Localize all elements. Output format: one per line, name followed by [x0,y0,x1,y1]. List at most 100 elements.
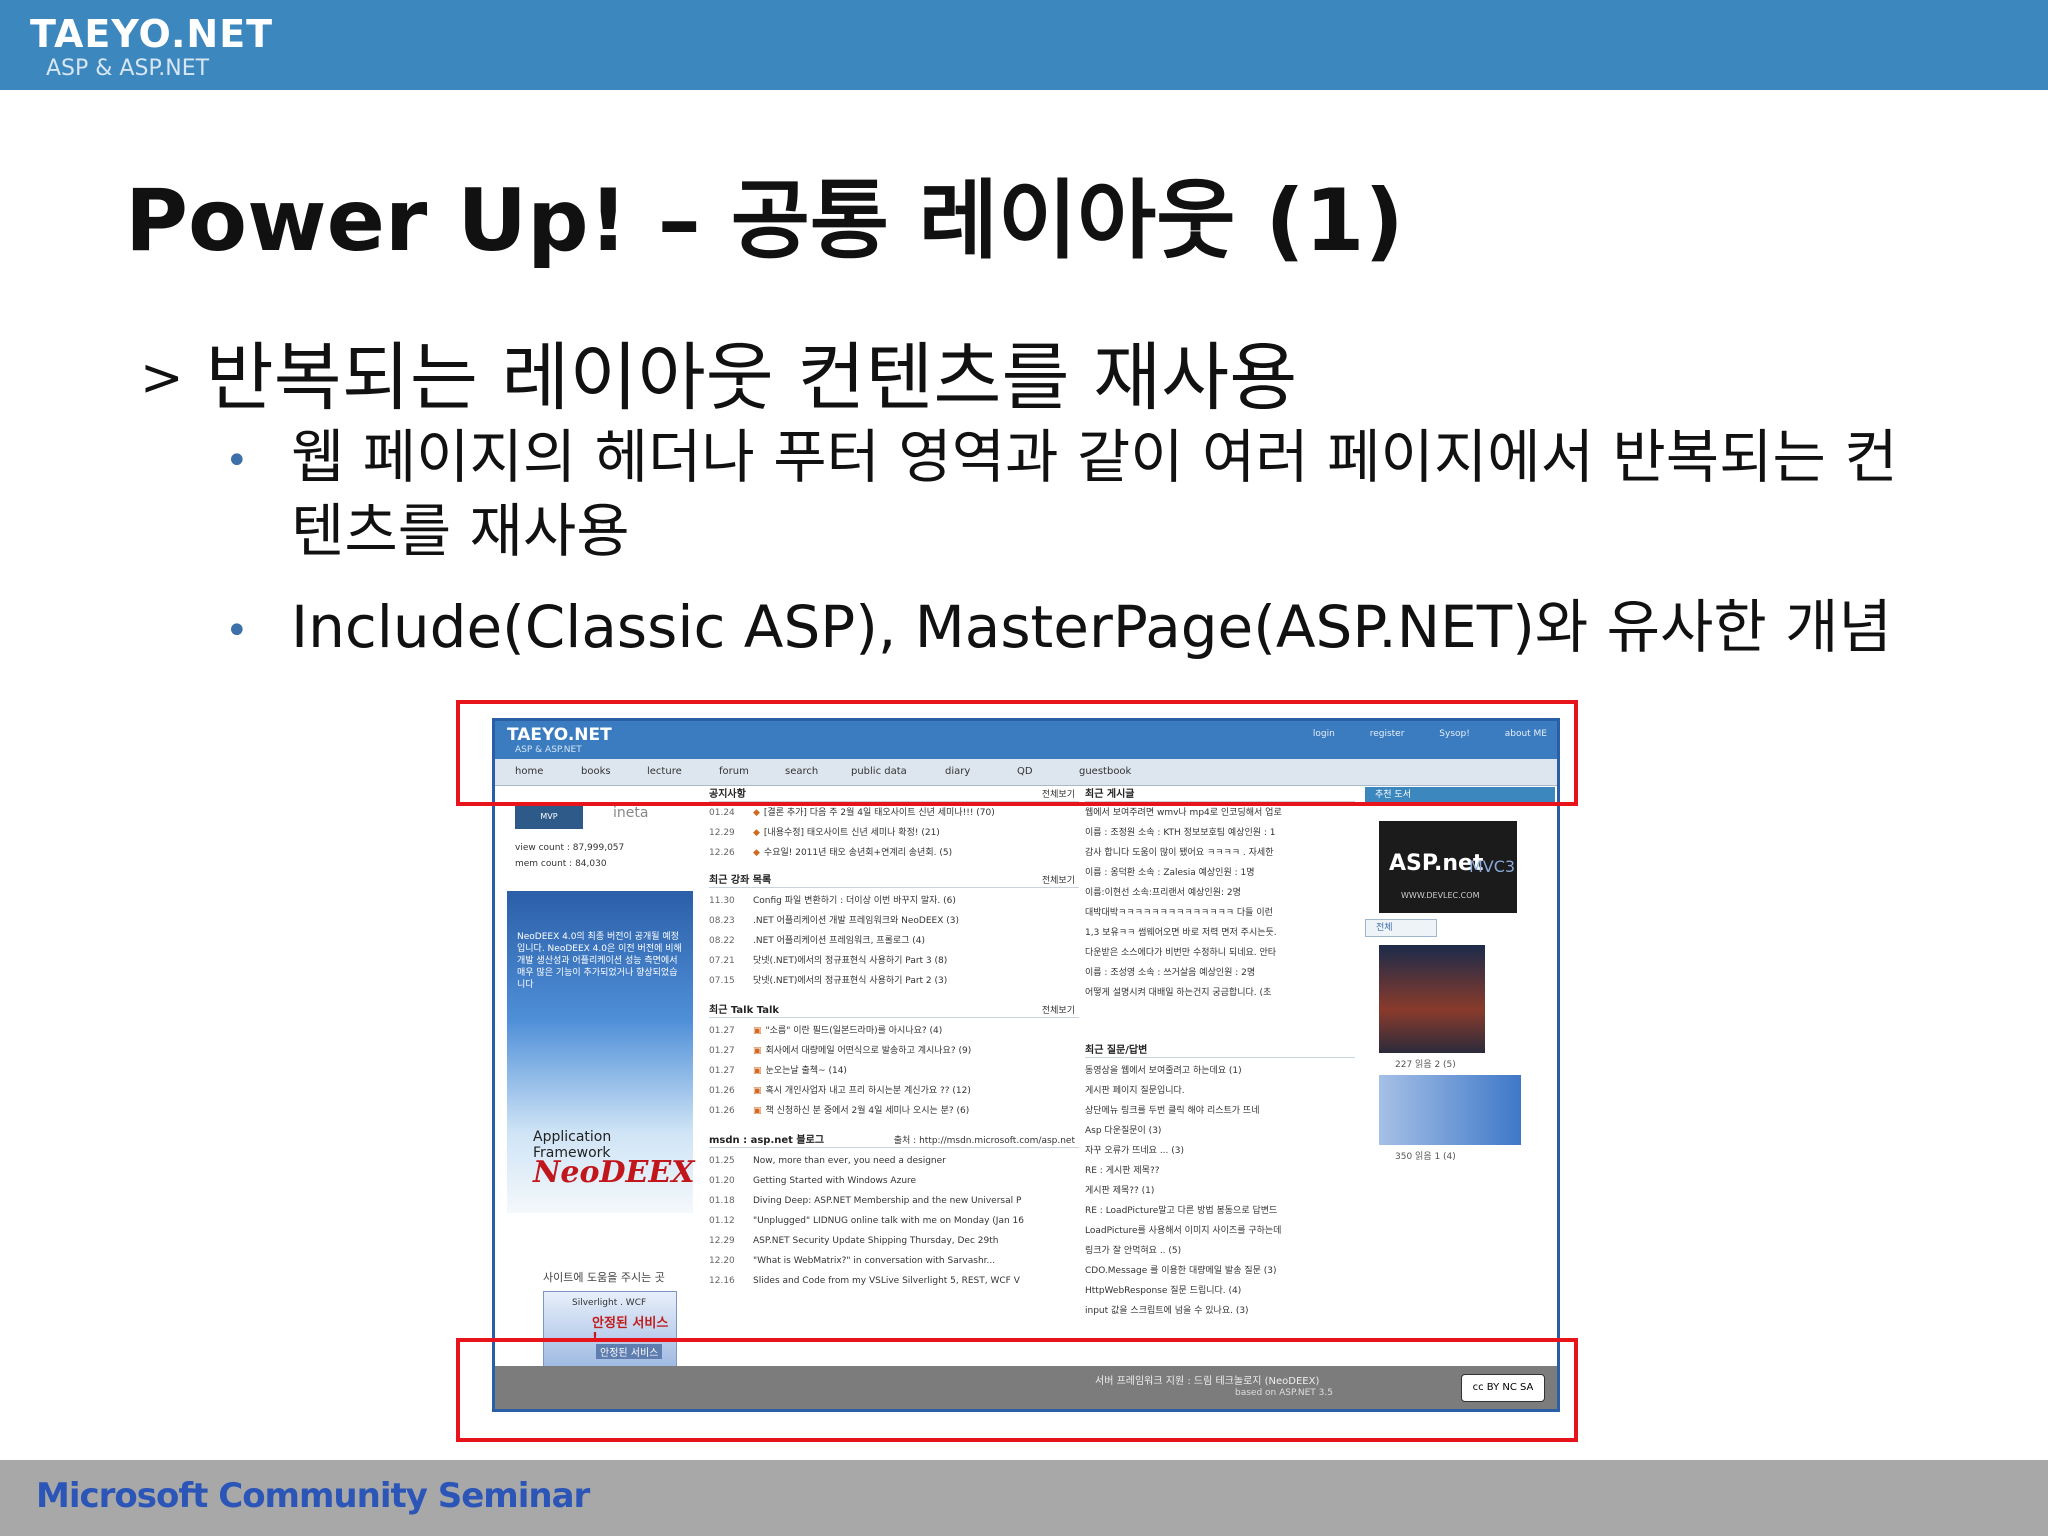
post-icon: ▣ [753,1026,762,1036]
talk-title: 최근 Talk Talk [709,1005,780,1016]
row-text: Now, more than ever, you need a designer [753,1156,946,1166]
talk-more-link[interactable]: 전체보기 [1042,1003,1075,1016]
list-item[interactable]: 01.27 ▣ "소름" 이란 필드(일본드라마)를 아시나요? (4) [709,1021,1079,1041]
list-item[interactable]: 11.30 Config 파일 변환하기 : 더이상 이번 바꾸지 말자. (6) [709,891,1079,911]
footer-highlight-box [456,1338,1578,1442]
list-item[interactable]: 01.18 Diving Deep: ASP.NET Membership and… [709,1191,1079,1211]
mvp-badge: MVP [515,805,583,829]
ad-brand: NeoDEEX [533,1155,695,1190]
ad-text: NeoDEEX 4.0의 최종 버전이 공개될 예정입니다. NeoDEEX 4… [517,932,682,990]
list-item[interactable]: RE : LoadPicture말고 다른 방법 봉동으로 답변드 [1085,1201,1355,1221]
row-date: 12.29 [709,1236,735,1246]
site-main-column: 공지사항 전체보기 01.24 ◆ [결론 추가] 다음 주 2월 4일 태오사이트 … [709,785,1079,1363]
list-item[interactable]: LoadPicture를 사용해서 이미지 사이즈를 구하는데 [1085,1221,1355,1241]
row-text: "소름" 이란 필드(일본드라마)를 아시나요? (4) [765,1026,943,1036]
row-text: Config 파일 변환하기 : 더이상 이번 바꾸지 말자. (6) [753,896,956,906]
list-item[interactable]: input 값을 스크립트에 넘을 수 있나요. (3) [1085,1301,1355,1321]
list-item[interactable]: 01.24 ◆ [결론 추가] 다음 주 2월 4일 태오사이트 신년 세미나!!!… [709,803,1079,823]
list-item[interactable]: 01.12 "Unplugged" LIDNUG online talk with… [709,1211,1079,1231]
list-item[interactable]: 07.21 닷넷(.NET)에서의 정규표현식 사용하기 Part 3 (8) [709,951,1079,971]
row-date: 07.21 [709,956,735,966]
slide-footer-bar: Microsoft Community Seminar [0,1460,2048,1536]
row-text: 닷넷(.NET)에서의 정규표현식 사용하기 Part 2 (3) [753,976,948,986]
member-count: mem count : 84,030 [515,859,607,869]
sponsor-line1: Silverlight . WCF [572,1298,647,1308]
ineta-logo: ineta [613,805,649,821]
list-item[interactable]: 대박대박ㅋㅋㅋㅋㅋㅋㅋㅋㅋㅋㅋㅋㅋㅋ 다들 이런 [1085,903,1355,923]
list-item[interactable]: 12.26 ◆ 수요일! 2011년 태오 송년회+연계리 송년회. (5) [709,843,1079,863]
row-date: 12.26 [709,848,735,858]
row-date: 01.25 [709,1156,735,1166]
row-date: 01.26 [709,1106,735,1116]
neodeex-ad-banner[interactable]: NeoDEEX 4.0의 최종 버전이 공개될 예정입니다. NeoDEEX 4… [507,891,695,1213]
list-item[interactable]: 다운받은 소스에다가 비번만 수정하니 되네요. 안타 [1085,943,1355,963]
list-item[interactable]: 12.29 ASP.NET Security Update Shipping Th… [709,1231,1079,1251]
qna-header: 최근 질문/답변 [1085,1041,1355,1058]
list-item[interactable]: 08.22 .NET 어플리케이션 프레임워크, 프롤로그 (4) [709,931,1079,951]
list-item[interactable]: 이름 : 조정원 소속 : KTH 정보보호팀 예상인원 : 1 [1085,823,1355,843]
new-icon: ◆ [753,808,760,818]
row-text: .NET 어플리케이션 개발 프레임워크와 NeoDEEX (3) [753,916,959,926]
website-screenshot: TAEYO.NET ASP & ASP.NET login register S… [492,718,1560,1412]
row-text: Getting Started with Windows Azure [753,1176,917,1186]
row-text: 혹시 개인사업자 내고 프리 하시는분 계신가요 ?? (12) [765,1086,971,1096]
row-text: "What is WebMatrix?" in conversation wit… [753,1256,996,1266]
site-left-column: MVP ineta view count : 87,999,057 mem co… [503,791,701,1369]
msdn-source[interactable]: 출처 : http://msdn.microsoft.com/asp.net [894,1133,1075,1146]
site-right-column: 추천 도서 ASP.net MVC3 WWW.DEVLEC.COM 전체 227… [1365,785,1555,1363]
bullet-dot-icon: • [225,608,249,654]
row-text: ASP.NET Security Update Shipping Thursda… [753,1236,999,1246]
list-item[interactable]: 링크가 잘 안먹혀요 .. (5) [1085,1241,1355,1261]
list-item[interactable]: 동영상을 웹에서 보여줄려고 하는데요 (1) [1085,1061,1355,1081]
bullet-level-2: • Include(Classic ASP), MasterPage(ASP.N… [225,590,1925,670]
book-image[interactable]: ASP.net MVC3 WWW.DEVLEC.COM [1379,821,1517,913]
list-item[interactable]: 01.26 ▣ 책 신청하신 분 중에서 2월 4일 세미나 오시는 분? (6) [709,1101,1079,1121]
list-item[interactable]: 07.15 닷넷(.NET)에서의 정규표현식 사용하기 Part 2 (3) [709,971,1079,991]
row-text: 수요일! 2011년 태오 송년회+연계리 송년회. (5) [763,848,953,858]
row-text: Diving Deep: ASP.NET Membership and the … [753,1196,1022,1206]
row-date: 01.27 [709,1026,735,1036]
list-item[interactable]: 게시판 제목?? (1) [1085,1181,1355,1201]
book-url: WWW.DEVLEC.COM [1401,891,1480,900]
bullet-level-1: > 반복되는 레이아웃 컨텐츠를 재사용 [140,318,1297,425]
photo-header: 전체 [1365,919,1437,937]
list-item[interactable]: 이름 : 옹덕환 소속 : Zalesia 예상인원 : 1명 [1085,863,1355,883]
row-text: Slides and Code from my VSLive Silverlig… [753,1276,1020,1286]
slide-title: Power Up! – 공통 레이아웃 (1) [125,171,1404,271]
post-icon: ▣ [753,1046,762,1056]
event-photo[interactable] [1379,945,1485,1053]
list-item[interactable]: 01.26 ▣ 혹시 개인사업자 내고 프리 하시는분 계신가요 ?? (12) [709,1081,1079,1101]
list-item[interactable]: 12.16 Slides and Code from my VSLive Silv… [709,1271,1079,1291]
list-item[interactable]: 게시판 페이지 질문입니다. [1085,1081,1355,1101]
list-item[interactable]: 자꾸 오류가 뜨네요 ... (3) [1085,1141,1355,1161]
list-item[interactable]: RE : 게시판 제목?? [1085,1161,1355,1181]
row-date: 01.27 [709,1046,735,1056]
book-mvc-label: MVC3 [1469,857,1516,876]
row-date: 01.20 [709,1176,735,1186]
view-count: view count : 87,999,057 [515,843,625,853]
event-photo[interactable] [1379,1075,1521,1145]
list-item[interactable]: HttpWebResponse 질문 드립니다. (4) [1085,1281,1355,1301]
list-item[interactable]: 01.27 ▣ 회사에서 대량메일 어떤식으로 발송하고 계시나요? (9) [709,1041,1079,1061]
list-item[interactable]: 웹에서 보여주려면 wmv나 mp4로 인코딩해서 업로 [1085,803,1355,823]
list-item[interactable]: 12.20 "What is WebMatrix?" in conversatio… [709,1251,1079,1271]
lectures-header: 최근 강좌 목록 전체보기 [709,871,1079,888]
row-date: 12.16 [709,1276,735,1286]
row-text: [결론 추가] 다음 주 2월 4일 태오사이트 신년 세미나!!! (70) [763,808,995,818]
list-item[interactable]: Asp 다운질문이 (3) [1085,1121,1355,1141]
seminar-brand: Microsoft Community Seminar [36,1476,590,1516]
list-item[interactable]: 이름 : 조성영 소속 : 쓰거살음 예상인원 : 2명 [1085,963,1355,983]
list-item[interactable]: 01.20 Getting Started with Windows Azure [709,1171,1079,1191]
lectures-more-link[interactable]: 전체보기 [1042,873,1075,886]
list-item[interactable]: 08.23 .NET 어플리케이션 개발 프레임워크와 NeoDEEX (3) [709,911,1079,931]
list-item[interactable]: 01.25 Now, more than ever, you need a des… [709,1151,1079,1171]
list-item[interactable]: CDO.Message 를 이용한 대량메일 발송 질문 (3) [1085,1261,1355,1281]
new-icon: ◆ [753,848,760,858]
list-item[interactable]: 상단메뉴 링크를 두번 클릭 해야 리스트가 뜨네 [1085,1101,1355,1121]
list-item[interactable]: 감사 합니다 도움이 많이 됐어요 ㅋㅋㅋㅋ . 자세한 [1085,843,1355,863]
list-item[interactable]: 어떻게 설명시켜 대배일 하는건지 궁금합니다. (초 [1085,983,1355,1003]
list-item[interactable]: 12.29 ◆ [내용수정] 태오사이트 신년 세미나 확정! (21) [709,823,1079,843]
list-item[interactable]: 이름:이현선 소속:프리랜서 예상인원: 2명 [1085,883,1355,903]
list-item[interactable]: 01.27 ▣ 눈오는날 출첵~ (14) [709,1061,1079,1081]
list-item[interactable]: 1,3 보유ㅋㅋ 썸웨어오면 바로 저력 면저 주시는듯. [1085,923,1355,943]
